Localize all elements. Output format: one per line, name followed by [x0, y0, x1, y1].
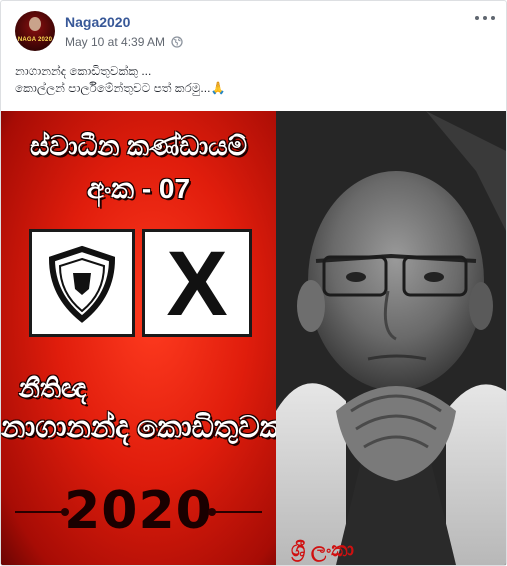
post-message: නාගානන්ද කොඩිතුවක්කු ... කොල්ලන් පාර්ලිම… — [15, 63, 225, 97]
ballot-mark: X — [166, 233, 228, 335]
post-text-line-2: කොල්ලන් පාර්ලිමේන්තුවට පත් කරමු...🙏 — [15, 80, 225, 97]
divider-right — [212, 511, 262, 513]
ballot-mark-box: X — [142, 229, 252, 337]
post-text-line-2-text: කොල්ලන් පාර්ලිමේන්තුවට පත් කරමු... — [15, 81, 211, 95]
globe-icon[interactable] — [171, 36, 183, 48]
pray-emoji: 🙏 — [210, 81, 226, 95]
candidate-portrait-image — [276, 111, 506, 565]
post-image[interactable]: ස්වාධීන කණ්ඩායම් අංක - 07 X නීතිඥ නාගානන… — [1, 111, 506, 565]
poster-line-group: ස්වාධීන කණ්ඩායම් — [29, 131, 248, 161]
post-text-line-1: නාගානන්ද කොඩිතුවක්කු ... — [15, 64, 152, 78]
candidate-photo — [276, 111, 506, 565]
more-options-button[interactable] — [474, 11, 496, 25]
poster-line-title: නීතිඥ — [18, 373, 87, 403]
post-timestamp[interactable]: May 10 at 4:39 AM — [65, 35, 165, 49]
page-name-link[interactable]: Naga2020 — [65, 14, 130, 30]
avatar-portrait — [29, 17, 41, 31]
poster-line-number: අංක - 07 — [86, 173, 191, 204]
poster-year-row: 2020 — [1, 481, 276, 541]
shield-icon — [48, 245, 116, 323]
campaign-poster: ස්වාධීන කණ්ඩායම් අංක - 07 X නීතිඥ නාගානන… — [1, 111, 309, 565]
poster-line-name: නාගානන්ද කොඩිතුවක්කු — [1, 411, 309, 444]
page-avatar[interactable]: NAGA 2020 — [15, 11, 55, 51]
avatar-label: NAGA 2020 — [17, 37, 53, 43]
ballot-symbol-box — [29, 229, 135, 337]
post-card: NAGA 2020 Naga2020 May 10 at 4:39 AM නාග… — [0, 0, 507, 566]
poster-signature: ශ්‍රී ලංකා — [291, 539, 355, 561]
